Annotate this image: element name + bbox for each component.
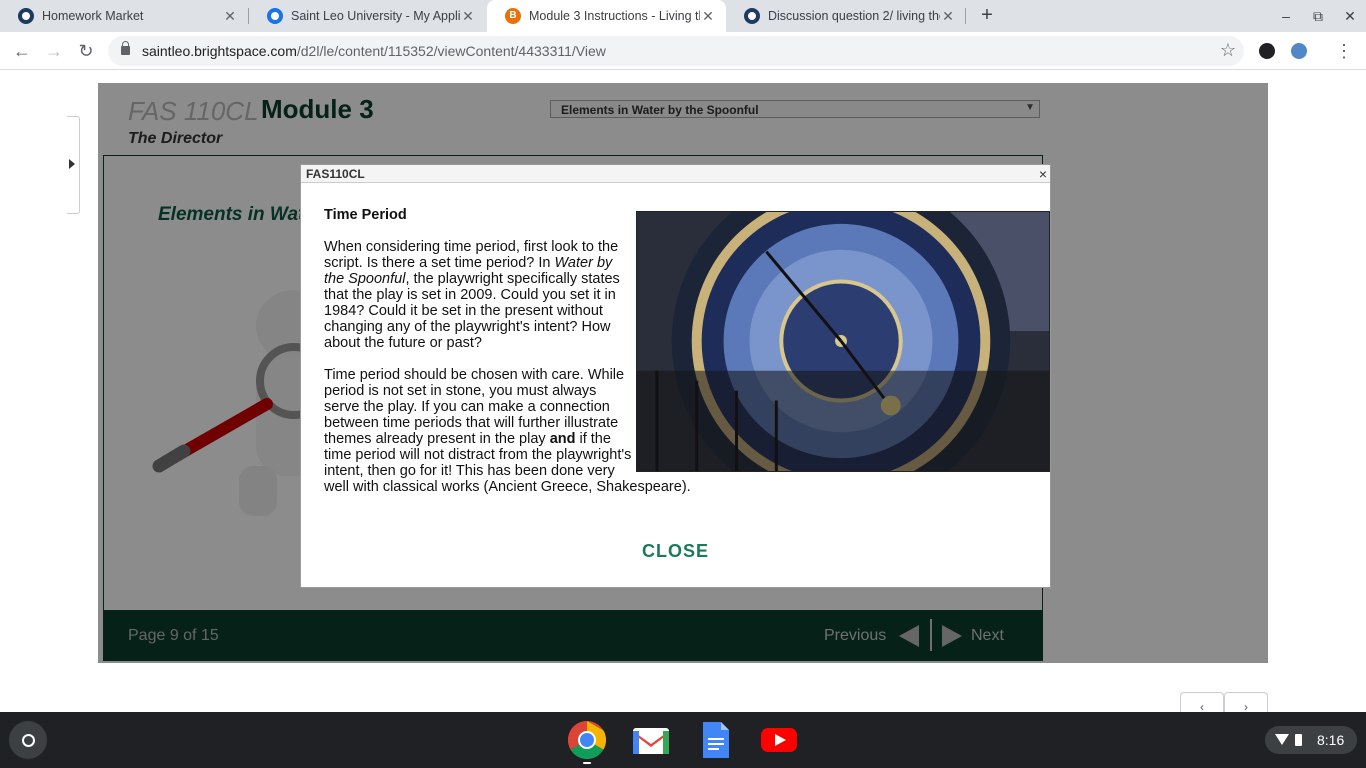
forward-button[interactable]: →: [42, 39, 66, 63]
bookmark-star-icon[interactable]: ☆: [1220, 40, 1236, 61]
dialog-title: FAS110CL: [306, 167, 365, 181]
close-icon[interactable]: ✕: [460, 8, 476, 25]
tab-strip: Homework Market ✕ Saint Leo University -…: [0, 0, 1366, 32]
side-panel-toggle[interactable]: [67, 116, 80, 214]
window-close-button[interactable]: ✕: [1334, 4, 1366, 28]
dialog-body: Time Period When considering time period…: [324, 207, 1050, 511]
tab-title: Discussion question 2/ living the: [768, 9, 940, 23]
chrome-icon[interactable]: [567, 720, 607, 760]
running-indicator: [583, 762, 591, 764]
corner-next-button[interactable]: ›: [1224, 692, 1268, 714]
new-tab-button[interactable]: +: [976, 4, 998, 28]
saint-leo-icon: [267, 8, 283, 24]
docs-icon[interactable]: [695, 720, 735, 760]
d2l-icon: [18, 8, 34, 24]
paragraph-2-bold: and: [549, 431, 576, 447]
wifi-icon: [1275, 734, 1289, 745]
gmail-icon[interactable]: [631, 720, 671, 760]
brightspace-icon: B: [505, 8, 521, 24]
extension-music-icon[interactable]: [1291, 43, 1307, 59]
dialog-close-icon[interactable]: ×: [1039, 165, 1047, 183]
system-tray[interactable]: 8:16: [1265, 726, 1357, 754]
reload-button[interactable]: ↻: [74, 39, 98, 63]
tab-saint-leo[interactable]: Saint Leo University - My Applica ✕: [249, 0, 486, 32]
tab-homework-market[interactable]: Homework Market ✕: [0, 0, 248, 32]
url-path: /d2l/le/content/115352/viewContent/44333…: [296, 43, 606, 59]
browser-menu-button[interactable]: ⋮: [1332, 39, 1356, 63]
address-bar[interactable]: saintleo.brightspace.com/d2l/le/content/…: [108, 36, 1244, 66]
clock: 8:16: [1317, 732, 1345, 748]
tab-title: Homework Market: [42, 9, 144, 23]
os-shelf: 8:16: [0, 712, 1366, 768]
youtube-icon[interactable]: [759, 720, 799, 760]
back-button[interactable]: ←: [10, 39, 34, 63]
time-period-dialog: FAS110CL × Time Period When considering …: [300, 164, 1051, 588]
tab-module-3[interactable]: B Module 3 Instructions - Living th ✕: [487, 0, 726, 32]
close-icon[interactable]: ✕: [700, 8, 716, 25]
extension-icon[interactable]: [1259, 43, 1275, 59]
close-icon[interactable]: ✕: [222, 8, 238, 25]
tab-title: Saint Leo University - My Applica: [291, 9, 460, 23]
tab-discussion[interactable]: Discussion question 2/ living the ✕: [726, 0, 966, 32]
battery-icon: [1295, 734, 1302, 746]
tab-separator: [965, 8, 966, 24]
lock-icon[interactable]: [121, 41, 130, 55]
expand-arrow-icon: [69, 159, 75, 169]
browser-toolbar: ← → ↻ saintleo.brightspace.com/d2l/le/co…: [0, 32, 1366, 70]
astronomical-clock-image: [636, 211, 1050, 472]
minimize-button[interactable]: –: [1270, 4, 1302, 28]
corner-prev-button[interactable]: ‹: [1180, 692, 1224, 714]
close-icon[interactable]: ✕: [940, 8, 956, 25]
url-text[interactable]: saintleo.brightspace.com/d2l/le/content/…: [142, 43, 606, 59]
url-host: saintleo.brightspace.com: [142, 43, 297, 59]
dialog-titlebar: FAS110CL ×: [301, 165, 1050, 183]
tab-title: Module 3 Instructions - Living th: [529, 9, 700, 23]
d2l-icon: [744, 8, 760, 24]
restore-button[interactable]: ⧉: [1302, 4, 1334, 28]
launcher-button[interactable]: [9, 721, 47, 759]
close-button[interactable]: CLOSE: [301, 541, 1050, 562]
